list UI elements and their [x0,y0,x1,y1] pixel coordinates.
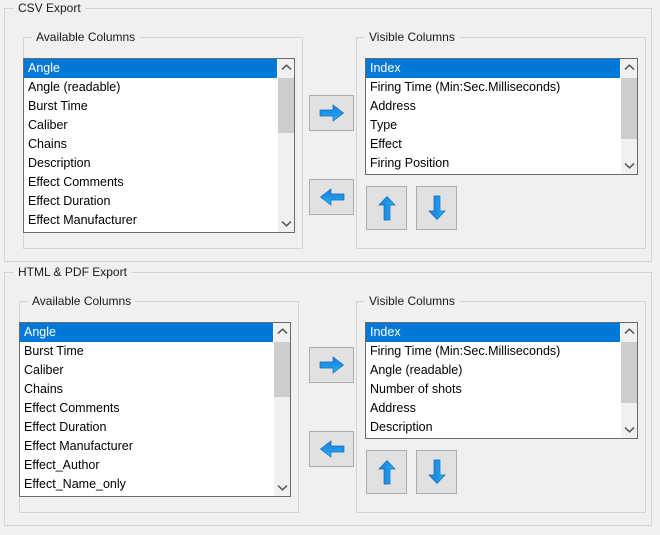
list-item[interactable]: Firing Position [366,154,620,173]
scroll-down-button[interactable] [621,157,637,174]
scrollbar-thumb[interactable] [278,78,294,133]
chevron-up-icon [624,64,635,70]
list-item[interactable]: Effect Duration [20,418,273,437]
list-item[interactable]: Effect Manufacturer [24,211,277,230]
section-html-pdf-export: HTML & PDF Export Available Columns Angl… [4,265,652,526]
list-item[interactable]: Angle [20,323,273,342]
chevron-up-icon [277,328,288,334]
scroll-down-button[interactable] [274,479,290,496]
list-item[interactable]: Angle (readable) [366,361,620,380]
list-item[interactable]: Description [24,154,277,173]
list-item[interactable]: Firing Time (Min:Sec.Milliseconds) [366,342,620,361]
list-item[interactable]: Chains [20,380,273,399]
csv-remove-column-button[interactable] [309,179,354,215]
section-csv-export: CSV Export Available Columns Angle Angle… [4,1,652,262]
listbox-csv-available[interactable]: Angle Angle (readable) Burst Time Calibe… [23,58,295,233]
chevron-down-icon [624,427,635,433]
scrollbar-thumb[interactable] [621,78,637,139]
list-item[interactable]: Angle [24,59,277,78]
list-item[interactable]: Burst Time [24,97,277,116]
list-item[interactable]: Address [366,97,620,116]
group-label-html-available: Available Columns [28,294,136,308]
export-settings-panel: CSV Export Available Columns Angle Angle… [0,0,660,535]
chevron-up-icon [281,64,292,70]
scroll-up-button[interactable] [274,323,290,340]
section-title-csv-export: CSV Export [14,1,85,15]
list-html-visible[interactable]: Index Firing Time (Min:Sec.Milliseconds)… [366,323,620,438]
group-label-html-visible: Visible Columns [365,294,459,308]
list-item[interactable]: Index [366,323,620,342]
group-label-csv-visible: Visible Columns [365,30,459,44]
html-remove-column-button[interactable] [309,431,354,467]
csv-move-up-button[interactable] [366,186,407,230]
list-item[interactable]: Address [366,399,620,418]
list-item[interactable]: Chains [24,135,277,154]
list-csv-visible[interactable]: Index Firing Time (Min:Sec.Milliseconds)… [366,59,620,174]
list-item[interactable]: Angle (readable) [24,78,277,97]
scroll-up-button[interactable] [278,59,294,76]
section-title-html-pdf-export: HTML & PDF Export [14,265,131,279]
html-move-up-button[interactable] [366,450,407,494]
html-move-down-button[interactable] [416,450,457,494]
list-item[interactable]: Effect Duration [24,192,277,211]
group-csv-available-columns: Available Columns Angle Angle (readable)… [23,30,303,249]
arrow-down-icon [427,195,446,221]
arrow-right-icon [319,356,344,374]
scrollbar-html-visible[interactable] [620,323,637,438]
list-csv-available[interactable]: Angle Angle (readable) Burst Time Calibe… [24,59,277,232]
chevron-down-icon [277,485,288,491]
arrow-up-icon [377,195,396,221]
scroll-down-button[interactable] [621,421,637,438]
scrollbar-html-available[interactable] [273,323,290,496]
list-item[interactable]: Effect [366,135,620,154]
arrow-left-icon [319,188,344,206]
group-csv-visible-columns: Visible Columns Index Firing Time (Min:S… [356,30,646,249]
list-item[interactable]: Effect_Name_only [20,475,273,494]
list-item[interactable]: Number of shots [366,380,620,399]
list-item[interactable]: Effect Manufacturer [20,437,273,456]
arrow-left-icon [319,440,344,458]
listbox-html-available[interactable]: Angle Burst Time Caliber Chains Effect C… [19,322,291,497]
listbox-html-visible[interactable]: Index Firing Time (Min:Sec.Milliseconds)… [365,322,638,439]
group-label-csv-available: Available Columns [32,30,140,44]
listbox-csv-visible[interactable]: Index Firing Time (Min:Sec.Milliseconds)… [365,58,638,175]
arrow-down-icon [427,459,446,485]
arrow-right-icon [319,104,344,122]
list-item[interactable]: Index [366,59,620,78]
list-item[interactable]: Type [366,116,620,135]
arrow-up-icon [377,459,396,485]
chevron-down-icon [624,163,635,169]
list-item[interactable]: Effect Comments [20,399,273,418]
scrollbar-csv-visible[interactable] [620,59,637,174]
list-item[interactable]: Effect Comments [24,173,277,192]
list-html-available[interactable]: Angle Burst Time Caliber Chains Effect C… [20,323,273,496]
csv-move-down-button[interactable] [416,186,457,230]
scrollbar-thumb[interactable] [274,342,290,397]
chevron-up-icon [624,328,635,334]
list-item[interactable]: Caliber [24,116,277,135]
list-item[interactable]: Burst Time [20,342,273,361]
group-html-visible-columns: Visible Columns Index Firing Time (Min:S… [356,294,646,513]
list-item[interactable]: Effect_Author [20,456,273,475]
group-html-available-columns: Available Columns Angle Burst Time Calib… [19,294,299,513]
scroll-up-button[interactable] [621,59,637,76]
html-add-column-button[interactable] [309,347,354,383]
csv-add-column-button[interactable] [309,95,354,131]
list-item[interactable]: Description [366,418,620,437]
scroll-down-button[interactable] [278,215,294,232]
scroll-up-button[interactable] [621,323,637,340]
scrollbar-csv-available[interactable] [277,59,294,232]
list-item[interactable]: Firing Time (Min:Sec.Milliseconds) [366,78,620,97]
scrollbar-thumb[interactable] [621,342,637,403]
chevron-down-icon [281,221,292,227]
list-item[interactable]: Caliber [20,361,273,380]
